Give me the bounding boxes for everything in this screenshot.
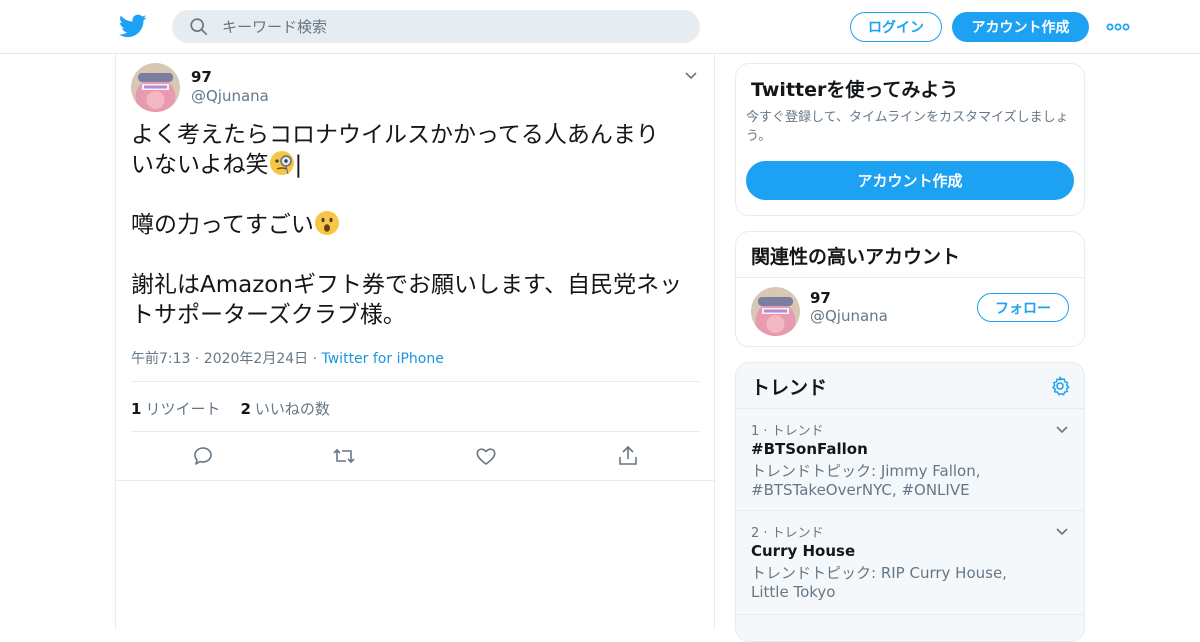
- retweet-stat[interactable]: 1 リツイート: [131, 398, 220, 419]
- chevron-down-icon[interactable]: [683, 67, 699, 83]
- tweet-line: 噂の力ってすごい: [131, 212, 314, 238]
- chevron-down-icon[interactable]: [1054, 523, 1070, 539]
- search-icon: [190, 17, 208, 35]
- trend-name[interactable]: Curry House: [751, 542, 855, 560]
- follow-button[interactable]: フォロー: [977, 293, 1069, 322]
- search-box[interactable]: [172, 10, 700, 43]
- related-accounts-title: 関連性の高いアカウント: [751, 246, 961, 268]
- tweet-meta: 午前7:13 · 2020年2月24日 · Twitter for iPhone: [131, 348, 444, 368]
- like-stat-label: いいねの数: [254, 400, 330, 418]
- heart-icon[interactable]: [474, 444, 498, 468]
- tweet-actions: [116, 432, 714, 480]
- meta-separator: ·: [308, 351, 322, 367]
- trend-topic: トレンドトピック: RIP Curry House, Little Tokyo: [751, 564, 1007, 601]
- trend-rank: 2 · トレンド: [751, 526, 824, 541]
- tweet-line: よく考えたらコロナウイルスかかってる人あんまり: [131, 122, 659, 148]
- like-stat[interactable]: 2 いいねの数: [240, 398, 329, 419]
- avatar-image: [751, 287, 800, 336]
- signup-card-title: Twitterを使ってみよう: [751, 79, 959, 101]
- tweet-text: よく考えたらコロナウイルスかかってる人あんまり いないよね笑 | 噂の力ってすご…: [131, 120, 701, 330]
- tweet-detail: 97 @Qjunana よく考えたらコロナウイルスかかってる人あんまり いないよ…: [115, 54, 715, 630]
- avatar-image: [131, 63, 180, 112]
- tweet-source-link[interactable]: Twitter for iPhone: [322, 351, 444, 367]
- monocle-face-emoji-icon: [269, 151, 294, 175]
- trends-title: トレンド: [751, 377, 828, 399]
- top-bar: ログイン アカウント作成: [0, 0, 1200, 54]
- trend-item[interactable]: 2 · トレンド Curry House トレンドトピック: RIP Curry…: [736, 510, 1084, 614]
- signup-button[interactable]: アカウント作成: [952, 12, 1089, 42]
- retweet-icon[interactable]: [332, 444, 356, 468]
- open-mouth-face-emoji-icon: [314, 211, 339, 235]
- twitter-bird-icon[interactable]: [118, 12, 148, 40]
- divider: [131, 381, 700, 382]
- trends-card: トレンド 1 · トレンド #BTSonFallon トレンドトピック: Jim…: [735, 362, 1085, 642]
- tweet-stats: 1 リツイート 2 いいねの数: [131, 398, 330, 419]
- trend-name[interactable]: #BTSonFallon: [751, 440, 868, 458]
- text-cursor: |: [294, 152, 303, 178]
- trend-topic: トレンドトピック: Jimmy Fallon, #BTSTakeOverNYC,…: [751, 462, 981, 499]
- divider: [116, 480, 714, 481]
- divider: [736, 277, 1084, 278]
- signup-card-description: 今すぐ登録して、タイムラインをカスタマイズしましょう。: [746, 110, 1069, 144]
- reply-icon[interactable]: [191, 444, 215, 468]
- trend-item[interactable]: 1 · トレンド #BTSonFallon トレンドトピック: Jimmy Fa…: [736, 408, 1084, 510]
- signup-card: Twitterを使ってみよう 今すぐ登録して、タイムラインをカスタマイズしましょ…: [735, 63, 1085, 216]
- like-count: 2: [240, 400, 251, 418]
- trend-item[interactable]: [736, 614, 1084, 641]
- tweet-line: 謝礼はAmazonギフト券でお願いします、自民党ネッ: [131, 272, 683, 298]
- tweet-line: トサポーターズクラブ様。: [131, 302, 406, 328]
- retweet-count: 1: [131, 400, 142, 418]
- avatar[interactable]: [751, 287, 800, 336]
- gear-icon[interactable]: [1049, 375, 1071, 397]
- search-input[interactable]: [222, 17, 662, 36]
- trend-rank: 1 · トレンド: [751, 424, 824, 439]
- author-name[interactable]: 97: [191, 68, 212, 86]
- avatar[interactable]: [131, 63, 180, 112]
- more-options-icon[interactable]: [1106, 18, 1130, 36]
- author-handle[interactable]: @Qjunana: [191, 87, 269, 105]
- tweet-line: いないよね笑: [131, 152, 269, 178]
- related-accounts-card: 関連性の高いアカウント 97 @Qjunana フォロー: [735, 231, 1085, 347]
- retweet-stat-label: リツイート: [145, 400, 221, 418]
- tweet-timestamp[interactable]: 午前7:13 · 2020年2月24日: [131, 351, 308, 367]
- account-name[interactable]: 97: [810, 289, 831, 307]
- chevron-down-icon[interactable]: [1054, 421, 1070, 437]
- create-account-button[interactable]: アカウント作成: [746, 161, 1074, 200]
- account-handle[interactable]: @Qjunana: [810, 307, 888, 325]
- share-icon[interactable]: [616, 444, 640, 468]
- login-button[interactable]: ログイン: [850, 12, 942, 42]
